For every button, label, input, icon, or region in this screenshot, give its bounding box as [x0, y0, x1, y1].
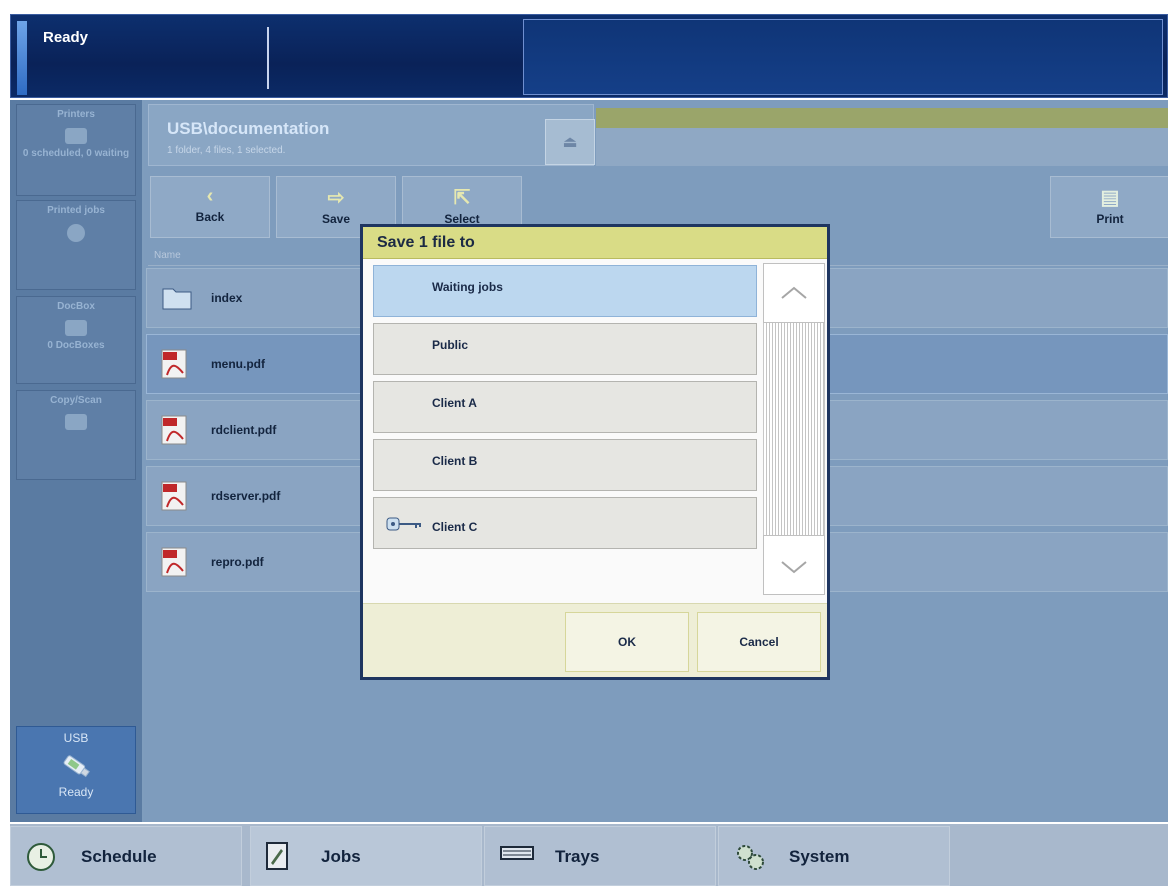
sidebar-item-label: Printers: [57, 109, 95, 120]
sidebar-item-printed-jobs[interactable]: Printed jobs: [16, 200, 136, 290]
pdf-file-icon: [161, 481, 187, 511]
folder-icon: [65, 320, 87, 336]
printed-jobs-icon: [67, 224, 85, 242]
tab-label: System: [789, 847, 850, 866]
folder-icon: [162, 288, 192, 310]
bottom-navigation: Schedule Jobs Trays System: [10, 824, 1168, 886]
tab-trays[interactable]: Trays: [484, 826, 716, 886]
sidebar-item-label: DocBox: [57, 301, 95, 312]
file-name: index: [211, 291, 243, 305]
sidebar-item-sub: 0 DocBoxes: [47, 340, 105, 351]
usb-label: USB: [63, 731, 89, 745]
destination-label: Client A: [432, 396, 477, 410]
dialog-footer: OK Cancel: [363, 603, 827, 677]
file-name: menu.pdf: [211, 357, 265, 371]
print-label: Print: [1096, 212, 1124, 226]
clock-icon: [27, 843, 55, 871]
header-strip-lower: [596, 128, 1168, 166]
arrow-right-icon: ⇨: [327, 187, 345, 209]
document-icon: [266, 842, 288, 870]
eject-icon: ⏏: [562, 134, 578, 151]
sidebar-item-sub: 0 scheduled, 0 waiting: [22, 148, 130, 159]
chevron-up-icon: [781, 286, 807, 299]
destination-item-client-b[interactable]: Client B: [373, 439, 757, 491]
location-subtitle: 1 folder, 4 files, 1 selected.: [167, 145, 286, 156]
tab-label: Trays: [555, 847, 600, 866]
file-name: rdclient.pdf: [211, 423, 277, 437]
tab-jobs[interactable]: Jobs: [250, 826, 482, 886]
status-divider: [267, 27, 269, 89]
print-button[interactable]: ▤ Print: [1050, 176, 1168, 238]
status-bar: Ready: [10, 14, 1168, 98]
printer-controller-screen: Ready Printers 0 scheduled, 0 waiting Pr…: [0, 0, 1168, 886]
destination-item-client-c[interactable]: Client C: [373, 497, 757, 549]
scroll-down-button[interactable]: [763, 535, 825, 595]
location-title: USB\documentation: [167, 119, 330, 138]
sidebar-item-docbox[interactable]: DocBox 0 DocBoxes: [16, 296, 136, 384]
header-strip: [596, 108, 1168, 128]
printer-icon: ▤: [1100, 187, 1120, 209]
destination-label: Client C: [432, 520, 478, 534]
chevron-down-icon: [781, 561, 807, 574]
destination-label: Public: [432, 338, 469, 352]
eject-button[interactable]: ⏏: [545, 119, 595, 165]
sidebar-item-label: Copy/Scan: [50, 395, 102, 406]
save-to-dialog: Save 1 file to Waiting jobs Public Clien…: [360, 224, 830, 680]
sidebar-item-usb[interactable]: USB Ready: [16, 726, 136, 814]
pointer-icon: ⇱: [453, 187, 471, 209]
tray-icon: [500, 846, 534, 860]
cancel-button[interactable]: Cancel: [697, 612, 821, 672]
destination-label: Client B: [432, 454, 478, 468]
destination-label: Waiting jobs: [432, 280, 503, 294]
chevron-left-icon: ‹: [206, 185, 214, 207]
back-label: Back: [195, 210, 225, 224]
tab-label: Schedule: [81, 847, 157, 866]
sidebar-item-printers[interactable]: Printers 0 scheduled, 0 waiting: [16, 104, 136, 196]
destination-item-waiting-jobs[interactable]: Waiting jobs: [373, 265, 757, 317]
status-text: Ready: [43, 29, 89, 46]
back-button[interactable]: ‹ Back: [150, 176, 270, 238]
pdf-file-icon: [161, 349, 187, 379]
location-header: USB\documentation 1 folder, 4 files, 1 s…: [148, 104, 595, 166]
sidebar-item-copy-scan[interactable]: Copy/Scan: [16, 390, 136, 480]
scanner-icon: [65, 414, 87, 430]
destination-item-public[interactable]: Public: [373, 323, 757, 375]
tab-schedule[interactable]: Schedule: [10, 826, 242, 886]
pdf-file-icon: [161, 547, 187, 577]
key-icon: [386, 517, 421, 531]
ok-button[interactable]: OK: [565, 612, 689, 672]
file-name: repro.pdf: [211, 555, 264, 569]
sidebar: Printers 0 scheduled, 0 waiting Printed …: [10, 100, 142, 822]
sidebar-item-label: Printed jobs: [47, 205, 105, 216]
pdf-file-icon: [161, 415, 187, 445]
dialog-title: Save 1 file to: [363, 227, 827, 259]
usb-status: Ready: [58, 785, 94, 799]
destination-item-client-a[interactable]: Client A: [373, 381, 757, 433]
scroll-up-button[interactable]: [763, 263, 825, 323]
status-indicator: [17, 21, 27, 95]
tab-system[interactable]: System: [718, 826, 950, 886]
file-name: rdserver.pdf: [211, 489, 281, 503]
tab-label: Jobs: [321, 847, 361, 866]
status-panel: [523, 19, 1163, 95]
usb-stick-icon: [63, 755, 90, 778]
gears-icon: [737, 845, 764, 870]
printer-icon: [65, 128, 87, 144]
